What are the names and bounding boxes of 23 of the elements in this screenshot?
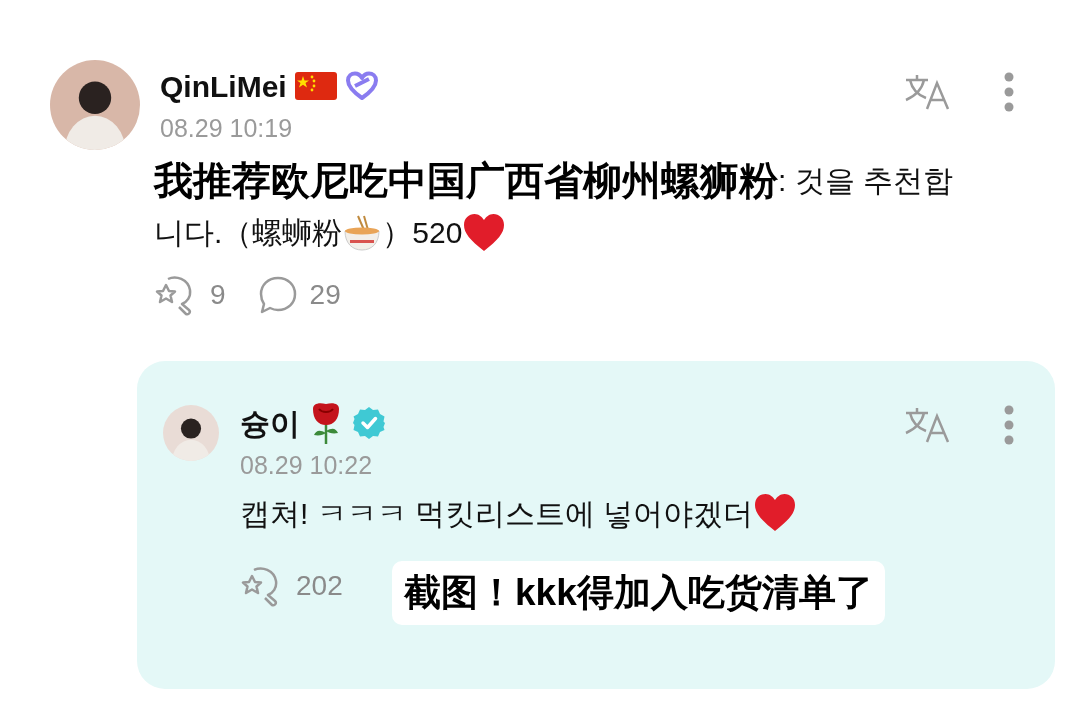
subtitle-caption: 截图！kkk得加入吃货清单了 — [392, 561, 885, 625]
comment-count: 29 — [309, 278, 341, 312]
subtitle-caption: 我推荐欧尼吃中国广西省柳州螺狮粉 — [154, 157, 778, 204]
reaction-count: 9 — [210, 278, 226, 312]
author-name: 슝이 — [240, 405, 300, 442]
reaction-count: 202 — [296, 568, 343, 603]
heart-icon — [753, 493, 798, 533]
post-text: : 것을 추천합 — [778, 163, 953, 200]
post-date: 08.29 10:19 — [160, 113, 294, 144]
more-options-icon[interactable] — [1003, 72, 1015, 112]
heart-icon — [462, 212, 507, 253]
post-text: 캡쳐! ㅋㅋㅋ 먹킷리스트에 넣어야겠더 — [240, 495, 754, 532]
noodle-bowl-icon — [342, 213, 383, 252]
post-text: ）520 — [382, 215, 463, 251]
comment-icon[interactable] — [257, 275, 298, 315]
more-options-icon[interactable] — [1003, 405, 1015, 445]
translate-icon[interactable] — [903, 73, 951, 111]
heart-outline-icon — [344, 71, 379, 101]
reply-date: 08.29 10:22 — [240, 450, 374, 481]
translate-icon[interactable] — [903, 406, 951, 444]
flag-icon — [294, 72, 337, 100]
author-name: QinLiMei — [160, 68, 287, 105]
post-text: 니다.（螺蛳粉 — [154, 215, 343, 251]
